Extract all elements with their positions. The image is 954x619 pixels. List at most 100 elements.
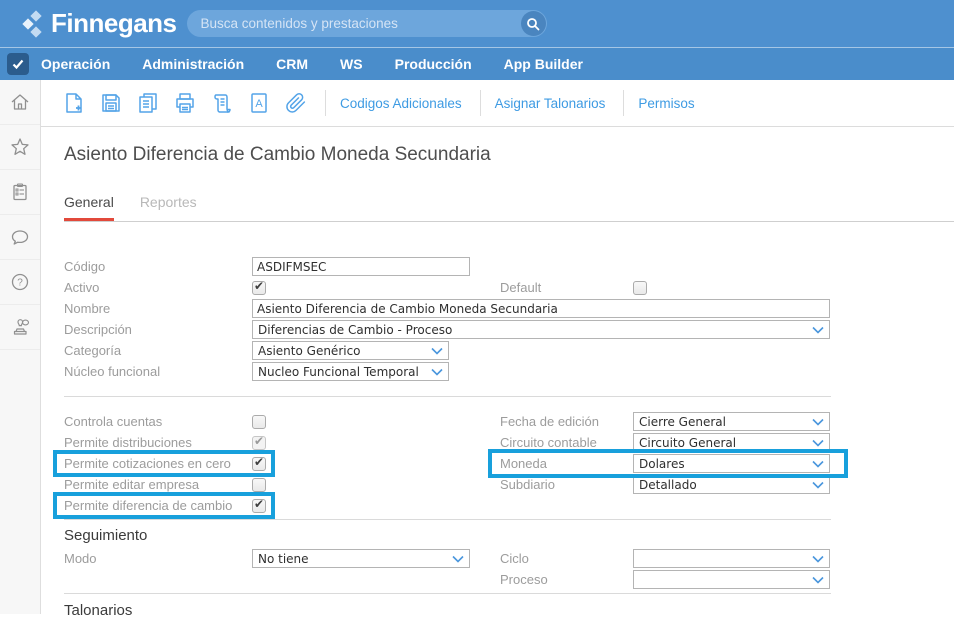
search-icon[interactable] (521, 11, 546, 36)
chevron-down-icon (431, 347, 443, 355)
seguimiento-heading: Seguimiento (64, 527, 954, 544)
modo-row: Modo No tiene (64, 548, 500, 569)
audit-log-icon[interactable] (210, 91, 234, 115)
activo-row: Activo Default (64, 277, 954, 298)
record-toolbar: A Codigos Adicionales Asignar Talonarios… (41, 80, 954, 127)
fecha-edicion-select[interactable]: Cierre General (633, 412, 830, 431)
categoria-label: Categoría (64, 343, 252, 358)
chevron-down-icon (452, 555, 464, 563)
section-divider (64, 519, 831, 520)
sidebar: ? (0, 80, 41, 614)
sidebar-item-home[interactable] (0, 80, 40, 125)
asignar-talonarios-link[interactable]: Asignar Talonarios (495, 96, 606, 111)
permite-cotizaciones-en-cero-checkbox[interactable] (252, 457, 266, 471)
save-icon[interactable] (99, 91, 123, 115)
attachment-icon[interactable] (284, 91, 308, 115)
print-icon[interactable] (173, 91, 197, 115)
nucleo-funcional-row: Núcleo funcional Nucleo Funcional Tempor… (64, 361, 954, 382)
moneda-select[interactable]: Dolares (633, 454, 830, 473)
stamp-icon (9, 316, 31, 338)
proceso-select[interactable] (633, 570, 830, 589)
main-area: A Codigos Adicionales Asignar Talonarios… (41, 80, 954, 614)
flag-row-permite-diferencia-de-cambio: Permite diferencia de cambio (64, 495, 500, 516)
chevron-down-icon (812, 555, 824, 563)
moneda-row: Moneda Dolares (500, 453, 831, 474)
categoria-row: Categoría Asiento Genérico (64, 340, 954, 361)
circuito-contable-select[interactable]: Circuito General (633, 433, 830, 452)
flag-row-controla-cuentas: Controla cuentas (64, 411, 500, 432)
nucleo-funcional-label: Núcleo funcional (64, 364, 252, 379)
permite-distribuciones-label: Permite distribuciones (64, 435, 252, 450)
svg-text:A: A (255, 98, 263, 110)
nav-item-ws[interactable]: WS (340, 56, 363, 72)
permite-diferencia-de-cambio-label: Permite diferencia de cambio (64, 498, 252, 513)
permisos-link[interactable]: Permisos (638, 96, 694, 111)
select-value: Dolares (639, 457, 685, 471)
nav-item-crm[interactable]: CRM (276, 56, 308, 72)
subdiario-row: Subdiario Detallado (500, 474, 831, 495)
nombre-label: Nombre (64, 301, 252, 316)
sidebar-item-tasks[interactable] (0, 170, 40, 215)
star-icon (9, 136, 31, 158)
descripcion-select[interactable]: Diferencias de Cambio - Proceso (252, 320, 830, 339)
default-label: Default (500, 280, 633, 295)
sidebar-item-chat[interactable] (0, 215, 40, 260)
help-icon: ? (9, 271, 31, 293)
default-checkbox[interactable] (633, 281, 647, 295)
main-nav: Operación Administración CRM WS Producci… (0, 47, 954, 80)
nav-checkbox-icon[interactable] (7, 53, 29, 75)
select-value: Detallado (639, 478, 697, 492)
activo-checkbox[interactable] (252, 281, 266, 295)
talonarios-heading: Talonarios (64, 602, 954, 619)
copy-icon[interactable] (136, 91, 160, 115)
nombre-input[interactable] (252, 299, 830, 318)
toolbar-separator (623, 90, 624, 116)
categoria-select[interactable]: Asiento Genérico (252, 341, 449, 360)
nav-item-operacion[interactable]: Operación (41, 56, 110, 72)
permite-editar-empresa-checkbox[interactable] (252, 478, 266, 492)
controla-cuentas-checkbox[interactable] (252, 415, 266, 429)
codigo-row: Código (64, 256, 954, 277)
permite-cotizaciones-en-cero-label: Permite cotizaciones en cero (64, 456, 252, 471)
permite-distribuciones-checkbox[interactable] (252, 436, 266, 450)
page-title: Asiento Diferencia de Cambio Moneda Secu… (64, 144, 954, 166)
nombre-row: Nombre (64, 298, 954, 319)
sidebar-item-support[interactable] (0, 305, 40, 350)
nav-item-app-builder[interactable]: App Builder (504, 56, 583, 72)
nucleo-funcional-select[interactable]: Nucleo Funcional Temporal (252, 362, 449, 381)
permite-diferencia-de-cambio-checkbox[interactable] (252, 499, 266, 513)
tab-reportes[interactable]: Reportes (140, 194, 197, 221)
modo-select[interactable]: No tiene (252, 549, 470, 568)
codigos-adicionales-link[interactable]: Codigos Adicionales (340, 96, 462, 111)
chevron-down-icon (431, 368, 443, 376)
home-icon (9, 91, 31, 113)
sidebar-item-help[interactable]: ? (0, 260, 40, 305)
nav-item-administracion[interactable]: Administración (142, 56, 244, 72)
font-document-icon[interactable]: A (247, 91, 271, 115)
chevron-down-icon (812, 326, 824, 334)
circuito-contable-label: Circuito contable (500, 435, 633, 450)
tab-general[interactable]: General (64, 194, 114, 221)
section-divider (64, 396, 831, 397)
subdiario-select[interactable]: Detallado (633, 475, 830, 494)
circuito-contable-row: Circuito contable Circuito General (500, 432, 831, 453)
nav-item-produccion[interactable]: Producción (395, 56, 472, 72)
descripcion-label: Descripción (64, 322, 252, 337)
select-value: No tiene (258, 552, 309, 566)
chevron-down-icon (812, 481, 824, 489)
ciclo-label: Ciclo (500, 551, 633, 566)
brand-logo-icon (22, 9, 44, 39)
brand-name: Finnegans (51, 8, 177, 39)
select-value: Circuito General (639, 436, 736, 450)
moneda-label: Moneda (500, 456, 633, 471)
seguimiento-right: Ciclo Proceso (500, 548, 831, 590)
search-input[interactable] (187, 16, 547, 31)
chevron-down-icon (812, 439, 824, 447)
ciclo-select[interactable] (633, 549, 830, 568)
codigo-input[interactable] (252, 257, 470, 276)
descripcion-row: Descripción Diferencias de Cambio - Proc… (64, 319, 954, 340)
new-document-icon[interactable] (62, 91, 86, 115)
select-value: Diferencias de Cambio - Proceso (258, 323, 452, 337)
fecha-edicion-row: Fecha de edición Cierre General (500, 411, 831, 432)
sidebar-item-favorites[interactable] (0, 125, 40, 170)
